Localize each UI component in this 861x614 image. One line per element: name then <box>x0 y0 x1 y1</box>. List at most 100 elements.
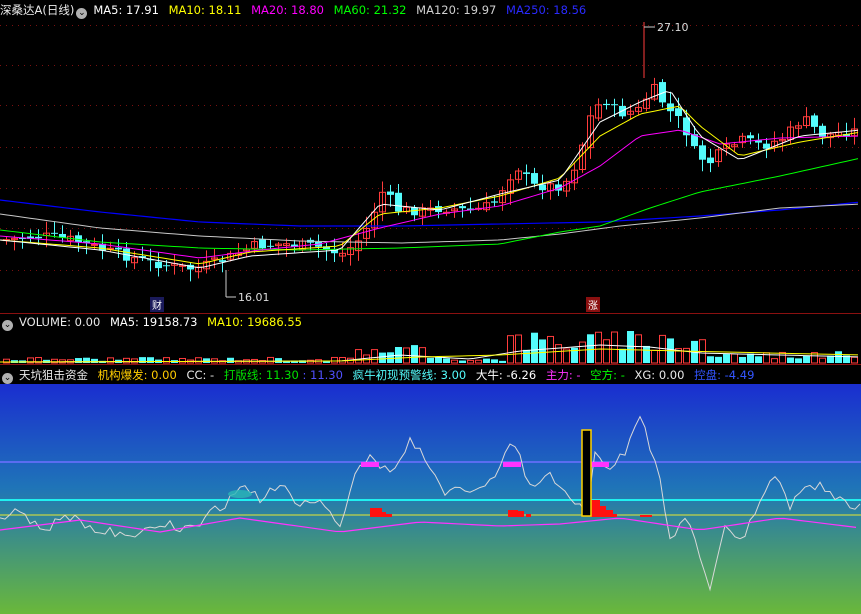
stock-title[interactable]: 深桑达A(日线) <box>0 3 74 17</box>
volume-bar <box>747 353 754 363</box>
volume-bar <box>227 357 234 363</box>
volume-bar <box>267 356 274 364</box>
volume-bar <box>587 334 594 363</box>
chevron-down-icon[interactable]: ⌄ <box>2 320 13 331</box>
volume-bar <box>611 331 618 364</box>
volume-bar <box>459 360 466 363</box>
candle-body <box>91 243 98 246</box>
volume-bar <box>147 357 154 363</box>
zhuli-marker <box>361 462 379 467</box>
volume-bar <box>179 357 186 364</box>
kongfang-label: 空方: - <box>590 368 625 382</box>
zhuli-label: 主力: - <box>545 368 581 382</box>
jigou-bar <box>508 510 518 517</box>
volume-bar <box>523 349 530 363</box>
pane-separator <box>0 364 861 365</box>
volume-bar <box>579 341 586 364</box>
volume-bar <box>787 357 794 363</box>
dabanxian-label: 打版线: 11.30 <box>223 368 299 382</box>
volume-ma5-label: MA5: 19158.73 <box>109 315 198 329</box>
ma10-label: MA10: 18.11 <box>168 3 242 17</box>
price-pane-header: 深桑达A(日线) ⌄ MA5: 17.91 MA10: 18.11 MA20: 18… <box>0 2 861 19</box>
volume-bar <box>835 351 842 363</box>
candle-body <box>411 207 418 216</box>
volume-bar <box>635 334 642 364</box>
volume-bar <box>163 357 170 364</box>
volume-bar <box>731 353 738 364</box>
volume-bar <box>507 335 514 364</box>
candle-body <box>611 104 618 106</box>
volume-bar <box>619 348 626 363</box>
volume-bar <box>355 349 362 364</box>
indicator-chart[interactable] <box>0 384 861 614</box>
kongpan-label: 控盘: -4.49 <box>694 368 755 382</box>
jigou-bar <box>526 514 531 517</box>
candle-body <box>539 184 546 191</box>
ma20-label: MA20: 18.80 <box>251 3 324 17</box>
volume-bar <box>435 357 442 363</box>
candle-body <box>699 145 706 160</box>
zhuli-marker <box>503 462 521 467</box>
volume-bar <box>483 358 490 363</box>
ma60-label: MA60: 21.32 <box>333 3 407 17</box>
indicator-title[interactable]: 天坑狙击资金 <box>19 368 88 382</box>
volume-bar <box>411 345 418 363</box>
jigou-bar <box>640 515 652 517</box>
volume-bar <box>723 354 730 363</box>
jigou-label: 机构爆发: 0.00 <box>97 368 177 382</box>
volume-bar <box>819 357 826 364</box>
fengniu-label: 疯牛初现预警线: 3.00 <box>352 368 467 382</box>
candle-body <box>35 236 42 239</box>
high-price-label: 27.10 <box>657 21 689 34</box>
volume-bar <box>387 352 394 363</box>
candle-body <box>811 115 818 127</box>
volume-bar <box>683 347 690 364</box>
volume-bar <box>779 351 786 364</box>
candle-body <box>163 265 170 267</box>
volume-bar <box>467 359 474 364</box>
ma5-line <box>0 91 859 269</box>
volume-bar <box>131 358 138 364</box>
ma10-line <box>0 105 859 265</box>
volume-ma10-label: MA10: 19686.55 <box>207 315 302 329</box>
jigou-bar <box>598 506 606 517</box>
volume-bar <box>475 359 482 364</box>
candle-body <box>115 247 122 250</box>
volume-bar <box>795 358 802 363</box>
candle-body <box>707 157 714 164</box>
daniu-label: 大牛: -6.26 <box>475 368 537 382</box>
volume-bar <box>707 356 714 363</box>
candle-body <box>531 173 538 184</box>
candle-body <box>603 103 610 106</box>
price-chart[interactable]: 27.10 16.01 <box>0 18 861 312</box>
volume-bar <box>643 345 650 363</box>
volume-bar <box>123 357 130 364</box>
jigou-bar <box>378 512 386 517</box>
volume-bar <box>755 356 762 363</box>
volume-bar <box>803 355 810 363</box>
candle-body <box>395 192 402 212</box>
volume-bar <box>715 356 722 363</box>
candle-body <box>819 125 826 138</box>
ma250-label: MA250: 18.56 <box>506 3 587 17</box>
volume-bar <box>419 347 426 364</box>
volume-bar <box>107 357 114 364</box>
volume-bar <box>651 349 658 364</box>
badge-zhang[interactable]: 涨 <box>586 297 600 312</box>
candle-body <box>747 135 754 139</box>
candle-body <box>459 206 466 209</box>
xg-label: XG: 0.00 <box>634 368 685 382</box>
volume-bar <box>539 339 546 363</box>
volume-bar <box>275 358 282 363</box>
volume-bar <box>203 358 210 363</box>
volume-bar <box>547 335 554 364</box>
volume-chart[interactable] <box>0 331 861 364</box>
volume-bar <box>515 334 522 364</box>
pane-separator <box>0 313 861 314</box>
candle-body <box>259 239 266 249</box>
cc-label: CC: - <box>186 368 215 382</box>
jigou-bar <box>518 511 524 517</box>
badge-cai[interactable]: 财 <box>150 297 164 312</box>
chevron-down-icon[interactable]: ⌄ <box>2 373 13 384</box>
candle-body <box>51 232 58 234</box>
